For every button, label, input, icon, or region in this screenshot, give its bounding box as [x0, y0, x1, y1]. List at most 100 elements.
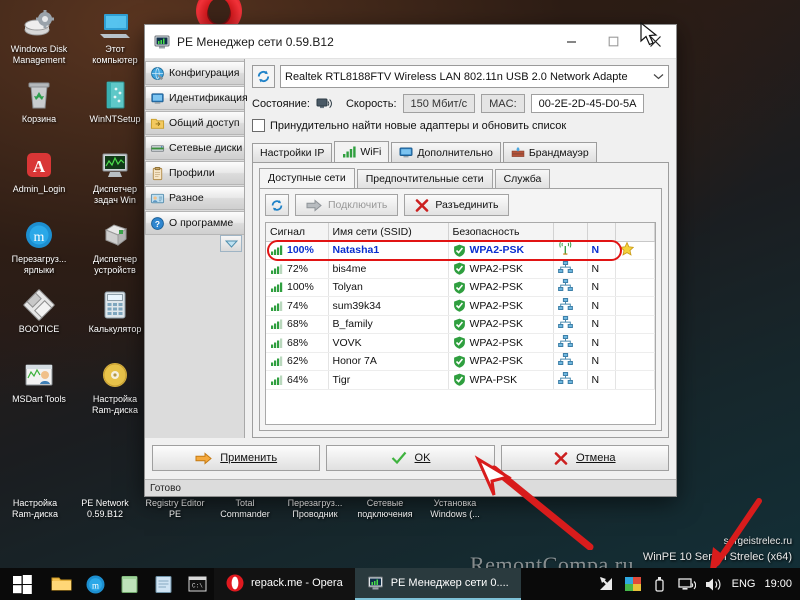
speed-label: Скорость:: [345, 97, 397, 110]
desktop-icon-winntsetup[interactable]: WinNTSetup: [80, 74, 150, 142]
window-titlebar[interactable]: PE Менеджер сети 0.59.B12: [145, 25, 676, 59]
tray-usb-eject[interactable]: [651, 575, 669, 593]
cell-favorite: [615, 259, 655, 279]
refresh-adapters-button[interactable]: [252, 65, 275, 88]
tray-clock[interactable]: 19:00: [764, 578, 792, 590]
cell-signal: 74%: [266, 296, 329, 316]
taskbar-mediaget[interactable]: m: [78, 568, 112, 600]
refresh-networks-button[interactable]: [265, 194, 289, 216]
svg-text:A: A: [33, 157, 46, 176]
status-row: Состояние: Скорость: 150 Мбит/с MAC: 00-…: [252, 94, 669, 113]
table-row[interactable]: 62% Honor 7A WPA2-PSK N: [266, 352, 655, 371]
tab-available-networks[interactable]: Доступные сети: [259, 168, 355, 189]
table-row[interactable]: 68% VOVK WPA2-PSK N: [266, 333, 655, 353]
tray-network[interactable]: [677, 575, 696, 593]
disconnect-button[interactable]: Разъединить: [404, 194, 510, 216]
task-manager-icon: [102, 153, 128, 177]
desktop-icon-device-manager[interactable]: Диспетчер устройств: [80, 214, 150, 282]
cell-favorite: [615, 333, 655, 353]
sidebar-item-configuration[interactable]: Конфигурация: [145, 61, 244, 85]
dialog-buttons: Применить OK Отмена: [145, 438, 676, 479]
column-header-mode[interactable]: [587, 223, 616, 242]
desktop-icon-this-pc[interactable]: Этот компьютер: [80, 4, 150, 72]
start-button[interactable]: [0, 568, 44, 600]
network-nodes-icon: [557, 297, 573, 310]
sidebar-item-profiles[interactable]: Профили: [145, 161, 244, 185]
taskbar-file-explorer[interactable]: [44, 568, 78, 600]
sidebar-item-shared-access[interactable]: Общий доступ: [145, 111, 244, 135]
desktop-icon-admin-login[interactable]: A Admin_Login: [4, 144, 74, 212]
desktop-icon-bootice[interactable]: BOOTICE: [4, 284, 74, 352]
taskbar-notepad-green[interactable]: [112, 568, 146, 600]
column-header-type[interactable]: [553, 223, 588, 242]
desktop-icon-label: WinNTSetup: [89, 114, 141, 124]
ok-button[interactable]: OK: [326, 445, 495, 471]
minimize-button[interactable]: [550, 25, 592, 58]
orange-arrow-icon: [195, 451, 213, 465]
cell-security: WPA2-PSK: [448, 241, 554, 260]
tray-resize-arrow[interactable]: [597, 575, 615, 593]
table-row[interactable]: 100% Natasha1 WPA2-PSK N: [266, 241, 655, 260]
table-row[interactable]: 64% Tigr WPA-PSK N: [266, 370, 655, 390]
tab-advanced[interactable]: Дополнительно: [391, 142, 501, 163]
table-row[interactable]: 100% Tolyan WPA2-PSK N: [266, 278, 655, 297]
column-header-ssid[interactable]: Имя сети (SSID): [328, 223, 449, 242]
table-row[interactable]: 68% B_family WPA2-PSK N: [266, 315, 655, 334]
desktop-icon-msdart-tools[interactable]: MSDart Tools: [4, 354, 74, 422]
table-row[interactable]: 74% sum39k34 WPA2-PSK N: [266, 296, 655, 316]
help-icon: ?: [151, 216, 164, 230]
networks-table-container[interactable]: Сигнал Имя сети (SSID) Безопасность 100%…: [265, 222, 656, 425]
desktop-icon-reload-shortcuts[interactable]: m Перезагруз... ярлыки: [4, 214, 74, 282]
network-nodes-icon: [557, 353, 573, 366]
cell-mode: N: [587, 352, 616, 371]
adapter-select[interactable]: Realtek RTL8188FTV Wireless LAN 802.11n …: [280, 65, 669, 88]
tab-wifi[interactable]: WiFi: [334, 141, 390, 163]
desktop-icon-windows-disk-management[interactable]: Windows Disk Management: [4, 4, 74, 72]
network-list-toolbar: Подключить Разъединить: [265, 194, 656, 216]
tray-color-square[interactable]: [624, 575, 642, 593]
sidebar-item-label: Разное: [169, 192, 204, 204]
taskbar-command-prompt[interactable]: C:\: [180, 568, 214, 600]
signal-bars-icon: [271, 282, 283, 293]
column-header-security[interactable]: Безопасность: [448, 223, 554, 242]
tab-service[interactable]: Служба: [494, 169, 551, 189]
networks-table-body: 100% Natasha1 WPA2-PSK N 72% bis4me WPA2-P…: [266, 241, 655, 390]
networks-table: Сигнал Имя сети (SSID) Безопасность 100%…: [266, 223, 655, 390]
column-header-extra[interactable]: [615, 223, 655, 242]
sidebar-collapse-button[interactable]: [220, 235, 242, 252]
command-prompt-icon: C:\: [188, 576, 206, 592]
desktop-icon-calculator[interactable]: Калькулятор: [80, 284, 150, 352]
column-header-signal[interactable]: Сигнал: [266, 223, 329, 242]
taskbar-notepad-blue[interactable]: [146, 568, 180, 600]
cancel-button[interactable]: Отмена: [500, 445, 669, 471]
tab-firewall[interactable]: Брандмауэр: [502, 142, 597, 163]
force-refresh-checkbox[interactable]: [252, 119, 265, 132]
desktop-icon-ramdisk-setup[interactable]: Настройка Ram-диска: [80, 354, 150, 422]
cell-network-type: [553, 296, 588, 316]
tray-volume[interactable]: [705, 575, 723, 593]
tab-ip-settings[interactable]: Настройки IP: [252, 143, 333, 163]
force-refresh-row[interactable]: Принудительно найти новые адаптеры и обн…: [252, 119, 669, 132]
sidebar-item-network-drives[interactable]: Сетевые диски: [145, 136, 244, 160]
connect-button[interactable]: Подключить: [295, 194, 399, 216]
connected-monitor-icon: [316, 98, 332, 109]
maximize-button[interactable]: [592, 25, 634, 58]
desktop-icon-label: Диспетчер задач Win: [92, 184, 138, 205]
force-refresh-label: Принудительно найти новые адаптеры и обн…: [270, 119, 567, 132]
cell-network-type: [553, 333, 588, 353]
apply-button[interactable]: Применить: [152, 445, 321, 471]
sidebar-item-about[interactable]: ? О программе: [145, 211, 244, 235]
close-button[interactable]: [634, 25, 676, 58]
tab-preferred-networks[interactable]: Предпочтительные сети: [356, 169, 493, 189]
taskbar-task-opera[interactable]: repack.me - Opera: [214, 568, 355, 600]
tray-language[interactable]: ENG: [732, 578, 756, 590]
sidebar-item-identification[interactable]: Идентификация: [145, 86, 248, 110]
table-row[interactable]: 72% bis4me WPA2-PSK N: [266, 259, 655, 279]
desktop-icon-recycle-bin[interactable]: Корзина: [4, 74, 74, 142]
taskbar-task-pe-manager[interactable]: PE Менеджер сети 0....: [354, 568, 521, 600]
sidebar-item-label: Идентификация: [169, 92, 248, 104]
volume-icon: [705, 578, 721, 590]
desktop-icon-task-manager[interactable]: Диспетчер задач Win: [80, 144, 150, 212]
cell-security: WPA2-PSK: [448, 296, 554, 316]
sidebar-item-misc[interactable]: Разное: [145, 186, 244, 210]
